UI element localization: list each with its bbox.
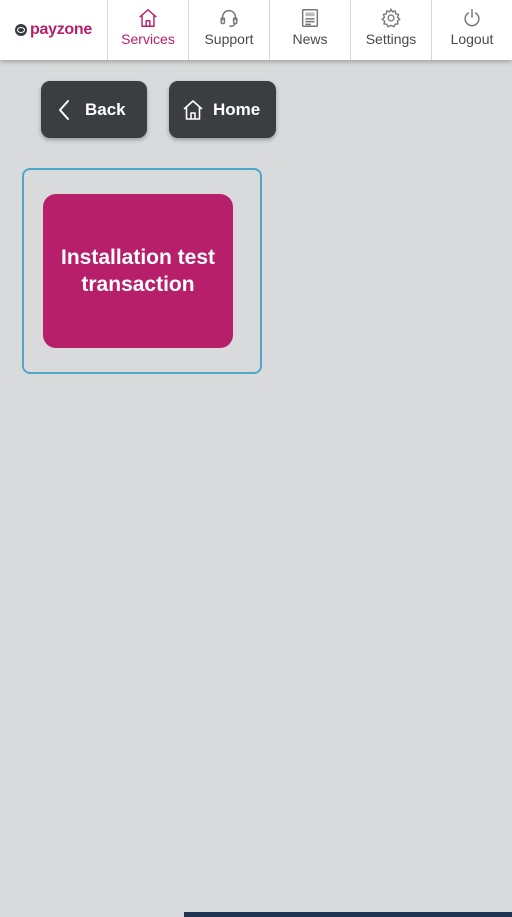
nav-logout[interactable]: Logout: [431, 0, 512, 60]
nav-services-label: Services: [121, 31, 175, 47]
home-button[interactable]: Home: [169, 81, 276, 138]
nav-logout-label: Logout: [450, 31, 494, 47]
brand-name: payzone: [30, 21, 92, 38]
gear-icon: [381, 7, 401, 28]
logo-mark-icon: [15, 24, 28, 36]
tile-label: Installation test transaction: [60, 246, 216, 296]
newspaper-icon: [301, 9, 319, 27]
home-icon: [183, 99, 203, 120]
bottom-edge-bar: [184, 912, 512, 917]
nav-support-label: Support: [204, 31, 254, 47]
nav-news-label: News: [292, 31, 328, 47]
installation-test-transaction-tile[interactable]: Installation test transaction: [43, 194, 233, 348]
home-button-label: Home: [213, 99, 261, 119]
nav-support[interactable]: Support: [188, 0, 269, 60]
home-icon: [139, 9, 157, 27]
nav-services[interactable]: Services: [107, 0, 188, 60]
nav-settings[interactable]: Settings: [350, 0, 431, 60]
power-icon: [464, 9, 480, 27]
headset-icon: [220, 9, 238, 27]
nav-settings-label: Settings: [365, 31, 417, 47]
chevron-left-icon: [59, 99, 69, 120]
payzone-logo: payzone: [0, 0, 107, 60]
nav-news[interactable]: News: [269, 0, 350, 60]
back-button[interactable]: Back: [41, 81, 147, 138]
top-navigation-bar: payzone Services Support News Settings L…: [0, 0, 512, 60]
back-button-label: Back: [85, 99, 126, 119]
